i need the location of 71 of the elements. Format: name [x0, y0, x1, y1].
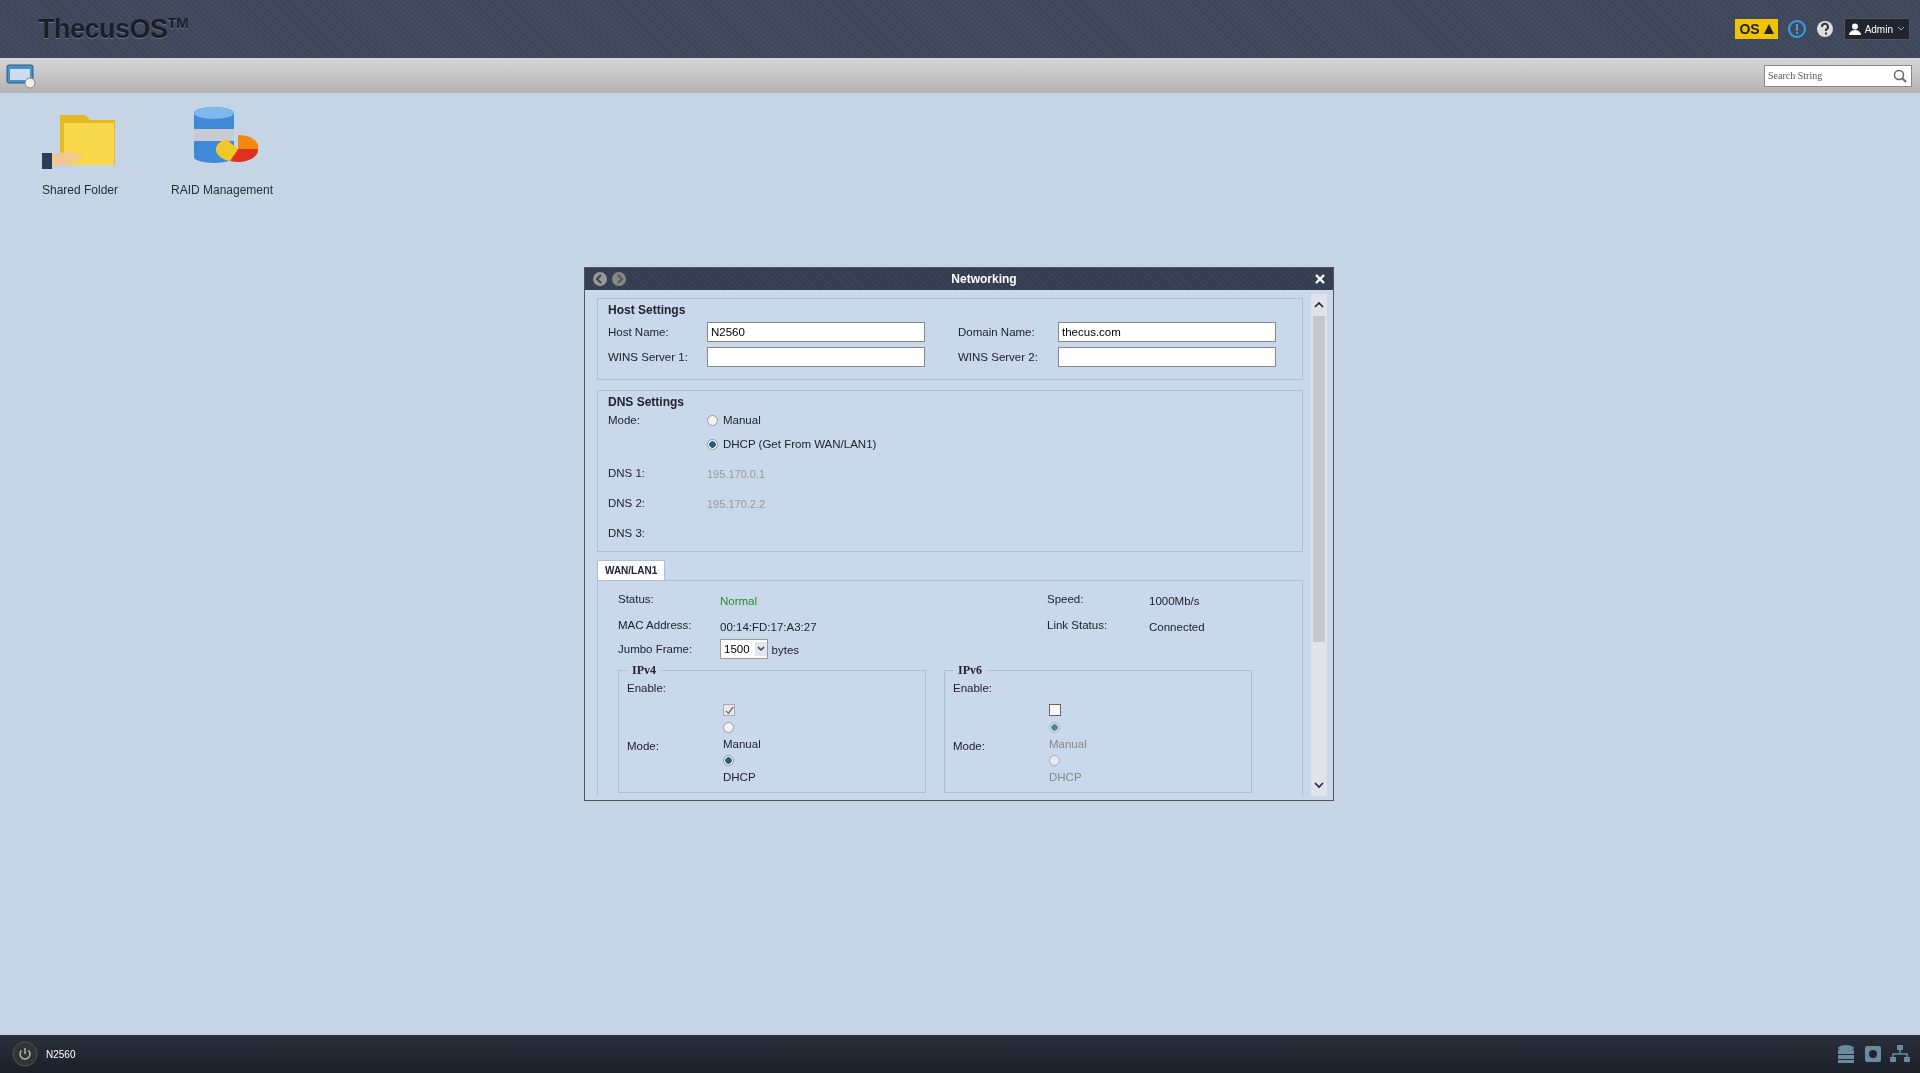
- caret-icon: [754, 642, 767, 656]
- unit-label: bytes: [771, 644, 800, 656]
- radio-label[interactable]: Manual: [723, 738, 761, 750]
- warning-icon: [1763, 24, 1774, 34]
- logo: ThecusOS$^{TM}$: [38, 13, 189, 45]
- field-value: Normal: [720, 595, 759, 607]
- os-badge[interactable]: OS: [1735, 19, 1778, 39]
- group-title: IPv4: [631, 663, 657, 678]
- field-value: 00:14:FD:17:A3:27: [720, 621, 818, 633]
- scrollbar[interactable]: [1311, 294, 1327, 796]
- tab[interactable]: WAN/LAN1: [597, 560, 666, 580]
- back-icon[interactable]: [593, 272, 607, 286]
- field-label: DNS 3:: [608, 527, 647, 539]
- radio-label[interactable]: DHCP: [723, 771, 756, 783]
- field-label: Link Status:: [1047, 619, 1109, 633]
- power-icon[interactable]: [12, 1041, 38, 1067]
- field-label: DNS 2:: [608, 497, 647, 510]
- group-title: IPv6: [957, 663, 983, 678]
- field-value: Connected: [1149, 621, 1206, 633]
- field-label: Enable:: [627, 682, 667, 694]
- checkbox[interactable]: [1049, 704, 1061, 716]
- field-label: Speed:: [1047, 593, 1085, 607]
- scroll-down-icon[interactable]: [1313, 780, 1325, 790]
- caret-icon: [1897, 26, 1905, 32]
- radio-label[interactable]: Manual: [723, 414, 761, 426]
- radio-button[interactable]: [1049, 755, 1060, 766]
- desktop-icon[interactable]: [6, 62, 36, 89]
- jumbo-frame-select[interactable]: 1500: [720, 639, 768, 659]
- radio-button[interactable]: [707, 414, 718, 426]
- search-icon: [1893, 68, 1907, 83]
- user-icon: [1848, 23, 1861, 35]
- radio-button[interactable]: [707, 438, 718, 450]
- text-field[interactable]: thecus.com: [1058, 322, 1276, 342]
- help-icon[interactable]: [1815, 20, 1834, 38]
- search-field[interactable]: Search String: [1764, 64, 1912, 87]
- text-field[interactable]: [707, 347, 925, 367]
- field-label: WINS Server 1:: [608, 351, 689, 363]
- storage-icon[interactable]: [1836, 1044, 1856, 1064]
- scrollbar-thumb[interactable]: [1313, 316, 1325, 642]
- field-label: DNS 1:: [608, 467, 647, 480]
- field-label: MAC Address:: [618, 619, 693, 633]
- field-value: 1000Mb/s: [1149, 595, 1201, 607]
- device-name: N2560: [46, 1048, 76, 1060]
- section-title: Host Settings: [608, 303, 687, 317]
- radio-button[interactable]: [723, 722, 734, 733]
- text-field[interactable]: [1058, 347, 1276, 367]
- field-label: Mode:: [627, 740, 660, 752]
- field-label: Mode:: [953, 740, 986, 752]
- dns-value: 195.170.0.1: [707, 468, 767, 480]
- field-label: Host Name:: [608, 326, 670, 338]
- radio-label[interactable]: DHCP (Get From WAN/LAN1): [723, 438, 877, 450]
- field-label: Mode:: [608, 414, 641, 428]
- user-menu[interactable]: Admin: [1843, 18, 1910, 40]
- field-label: Domain Name:: [958, 326, 1036, 338]
- icon-label[interactable]: Shared Folder: [41, 183, 118, 197]
- scroll-up-icon[interactable]: [1313, 300, 1325, 310]
- field-label: Jumbo Frame:: [618, 643, 694, 655]
- network-icon[interactable]: [1890, 1045, 1910, 1063]
- close-icon[interactable]: [1315, 274, 1325, 284]
- text-field[interactable]: N2560: [707, 322, 925, 342]
- info-icon[interactable]: [1787, 20, 1806, 38]
- field-label: Status:: [618, 593, 655, 607]
- field-label: WINS Server 2:: [958, 351, 1039, 363]
- window-title: Networking: [951, 272, 1017, 286]
- section-title: DNS Settings: [608, 395, 685, 409]
- dns-value: 195.170.2.2: [707, 498, 767, 510]
- radio-button[interactable]: [1049, 722, 1060, 733]
- forward-icon[interactable]: [612, 272, 626, 286]
- radio-button[interactable]: [723, 755, 734, 766]
- icon-label[interactable]: RAID Management: [170, 183, 273, 197]
- field-label: Enable:: [953, 682, 993, 694]
